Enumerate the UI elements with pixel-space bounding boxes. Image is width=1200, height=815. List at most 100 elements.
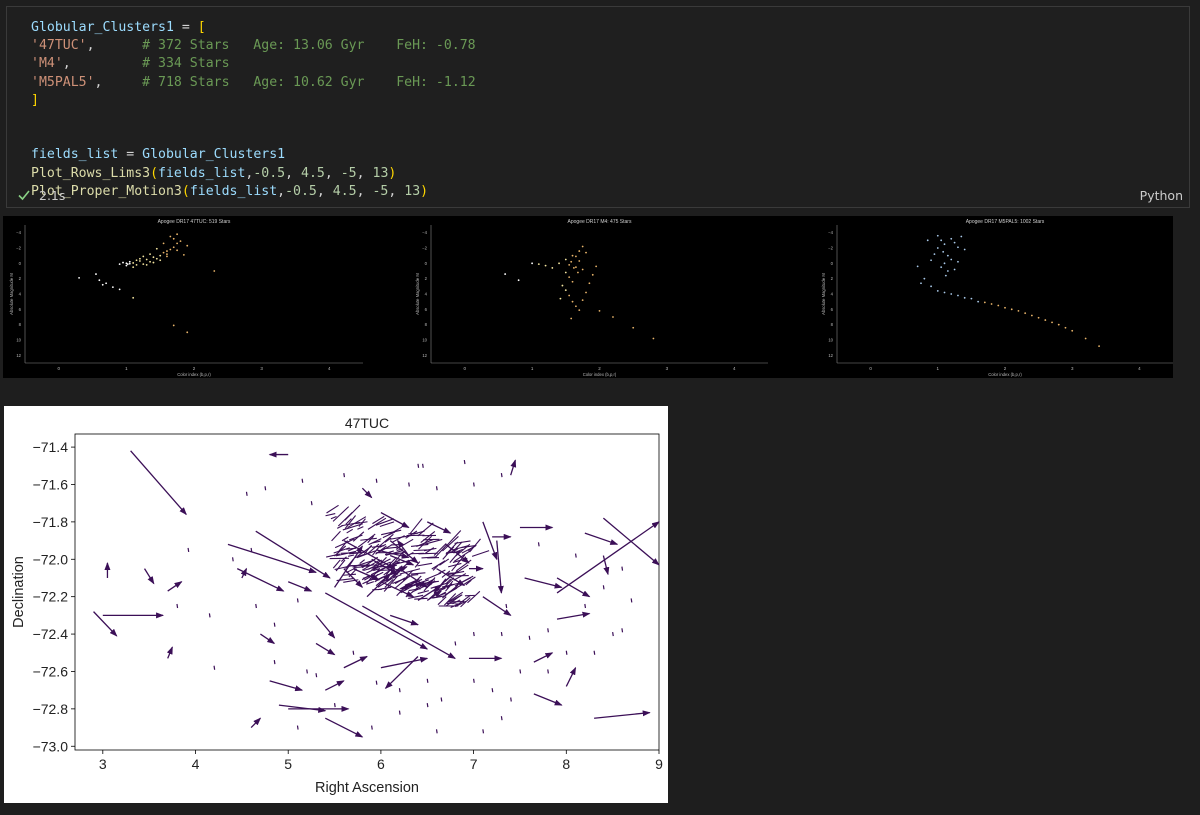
hr-data-point xyxy=(564,271,567,274)
hr-data-point xyxy=(936,290,939,292)
hr-data-point xyxy=(942,250,945,253)
hr-data-point xyxy=(118,263,121,265)
hr-data-point xyxy=(591,273,594,276)
hr-data-point xyxy=(575,305,577,308)
y-axis-label: Absolute Magnitude M xyxy=(821,273,826,315)
quiver-arrow xyxy=(594,710,651,719)
hr-data-point xyxy=(581,245,584,248)
x-tick-label: 2 xyxy=(1004,366,1007,371)
code-token: , xyxy=(62,56,143,72)
quiver-arrow xyxy=(439,558,450,566)
code-line: '47TUC', # 372 Stars Age: 13.06 Gyr FeH:… xyxy=(31,37,476,55)
quiver-arrow xyxy=(167,581,183,592)
hr-data-point xyxy=(149,260,151,263)
hr-data-point xyxy=(139,257,141,260)
x-tick-label: 3 xyxy=(99,756,107,772)
hr-data-point xyxy=(950,293,953,295)
hr-data-point xyxy=(537,263,540,265)
hr-data-point xyxy=(943,243,946,246)
hr-panel-1: Apogee DR17 47TUC: 519 Stars0 1 2 3 4−4−2024… xyxy=(9,219,363,377)
hr-data-point xyxy=(1098,345,1100,348)
quiver-arrow xyxy=(378,586,392,591)
hr-diagram-figure: Apogee DR17 47TUC: 519 Stars0 1 2 3 4−4−2024… xyxy=(9,219,1173,377)
quiver-arrow xyxy=(315,614,336,639)
quiver-small-arrow xyxy=(250,547,253,553)
quiver-arrow xyxy=(453,573,467,581)
code-token: 4.5 xyxy=(301,165,325,181)
code-token: Globular_Clusters1 xyxy=(142,147,286,163)
quiver-arrow xyxy=(347,554,355,557)
hr-data-point xyxy=(957,294,959,297)
hr-data-point xyxy=(1017,309,1020,312)
quiver-arrow xyxy=(420,531,436,544)
x-tick-label: 1 xyxy=(937,366,940,371)
hr-data-point xyxy=(575,266,577,269)
quiver-small-arrow xyxy=(343,473,346,478)
quiver-arrow xyxy=(565,666,577,687)
quiver-small-arrow xyxy=(505,603,508,609)
y-tick-label: −73.0 xyxy=(33,738,69,754)
hr-data-point xyxy=(578,250,581,252)
y-tick-label: −4 xyxy=(828,230,833,235)
quiver-small-arrow xyxy=(500,716,503,721)
language-label[interactable]: Python xyxy=(1140,188,1183,203)
quiver-arrow xyxy=(384,656,419,689)
y-tick-label: 0 xyxy=(19,261,22,266)
quiver-arrow xyxy=(278,704,327,713)
x-tick-label: 9 xyxy=(655,756,663,772)
hr-data-point xyxy=(135,259,138,262)
quiver-arrow xyxy=(324,717,364,738)
hr-data-point xyxy=(126,263,129,265)
x-tick-label: 3 xyxy=(666,366,669,371)
hr-data-point xyxy=(1010,308,1013,311)
hr-data-point xyxy=(940,239,943,242)
quiver-small-arrow xyxy=(315,673,318,678)
quiver-arrow xyxy=(524,577,563,589)
x-tick-label: 2 xyxy=(598,366,601,371)
quiver-small-arrow xyxy=(440,697,443,702)
y-axis-label: Absolute Magnitude M xyxy=(9,273,14,315)
quiver-small-arrow xyxy=(329,631,332,637)
code-token: # 718 Stars Age: 10.62 Gyr FeH: -1.12 xyxy=(142,74,476,90)
code-editor[interactable]: Globular_Clusters1 = ['47TUC', # 372 Sta… xyxy=(31,19,476,201)
hr-data-point xyxy=(943,291,946,294)
quiver-arrow xyxy=(510,459,517,476)
quiver-small-arrow xyxy=(454,641,457,646)
hr-data-point xyxy=(564,258,567,261)
code-line: Globular_Clusters1 = [ xyxy=(31,19,476,37)
y-tick-label: 10 xyxy=(422,338,427,343)
y-tick-label: 2 xyxy=(19,276,22,281)
quiver-small-arrow xyxy=(273,660,276,665)
quiver-small-arrow xyxy=(602,585,605,590)
hr-data-point xyxy=(571,300,574,303)
quiver-small-arrow xyxy=(264,486,267,491)
hr-data-point xyxy=(128,262,131,265)
hr-data-point xyxy=(155,247,158,250)
y-tick-label: −72.8 xyxy=(33,701,69,717)
y-tick-label: 8 xyxy=(19,322,22,327)
y-tick-label: 0 xyxy=(425,261,428,266)
hr-data-point xyxy=(923,277,926,280)
code-token: ) xyxy=(388,165,397,181)
quiver-small-arrow xyxy=(398,710,401,715)
hr-data-point xyxy=(152,261,155,264)
quiver-small-arrow xyxy=(306,669,308,674)
x-axis-label: Color index (b,p,r) xyxy=(988,372,1022,377)
quiver-cluster-core xyxy=(325,504,490,609)
y-tick-label: 4 xyxy=(425,292,428,297)
hr-data-point xyxy=(578,260,581,262)
hr-data-point xyxy=(950,237,953,240)
hr-data-point xyxy=(558,262,560,265)
quiver-small-arrow xyxy=(352,650,355,655)
hr-data-point xyxy=(101,283,104,286)
hr-data-point xyxy=(946,270,949,272)
hr-data-point xyxy=(155,257,158,260)
code-token: # 372 Stars Age: 13.06 Gyr FeH: -0.78 xyxy=(142,38,476,54)
quiver-small-arrow xyxy=(547,628,549,633)
quiver-arrow xyxy=(417,562,433,567)
code-cell[interactable]: Globular_Clusters1 = ['47TUC', # 372 Sta… xyxy=(6,6,1190,208)
hr-data-point xyxy=(568,294,571,297)
hr-data-point xyxy=(162,251,165,254)
quiver-arrow xyxy=(426,521,452,534)
